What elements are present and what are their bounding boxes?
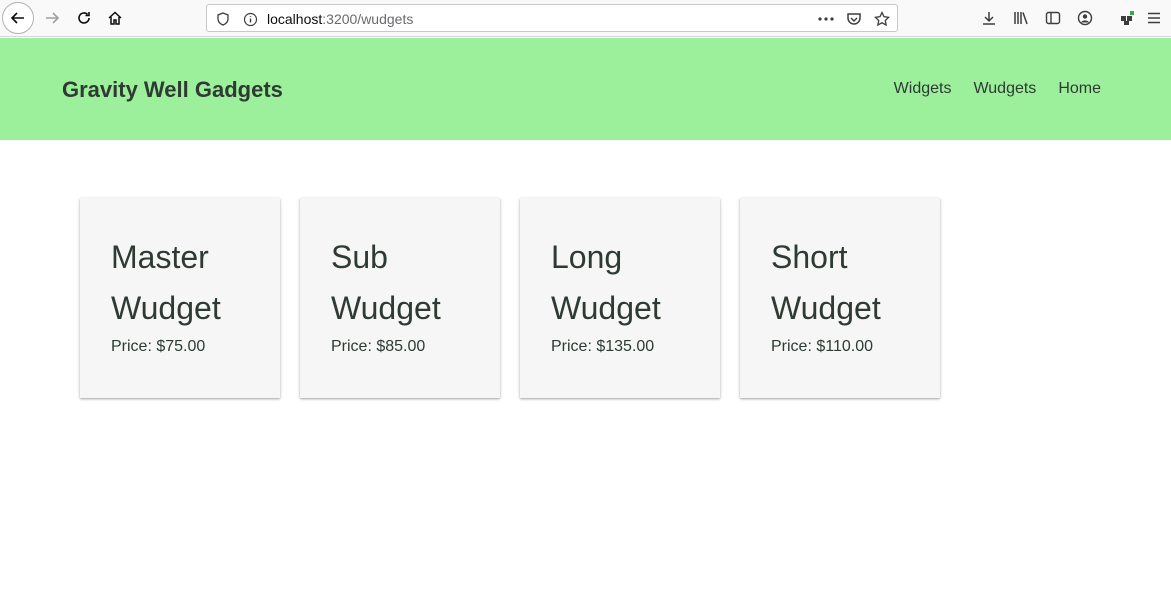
wudget-card-list: Master Wudget Price: $75.00 Sub Wudget Pri… [80,198,940,398]
bookmark-star-icon[interactable] [873,10,891,28]
reload-icon [76,10,92,26]
wudget-card[interactable]: Master Wudget Price: $75.00 [80,198,280,398]
brand-title[interactable]: Gravity Well Gadgets [62,77,283,103]
forward-button[interactable] [38,4,66,32]
hamburger-menu-icon [1147,12,1161,24]
card-price: Price: $135.00 [551,338,655,355]
wudget-card[interactable]: Sub Wudget Price: $85.00 [300,198,500,398]
back-arrow-icon [10,10,26,26]
wudget-card[interactable]: Short Wudget Price: $110.00 [740,198,940,398]
browser-toolbar: localhost:3200/wudgets [0,0,1171,37]
url-path: :3200/wudgets [322,11,414,27]
card-title-line2: Wudget [111,290,221,326]
menu-button[interactable] [1140,4,1168,32]
app-header: Gravity Well Gadgets Widgets Wudgets Hom… [0,38,1171,140]
more-actions-icon[interactable] [817,10,835,28]
url-host: localhost [267,11,323,27]
nav-link-wudgets[interactable]: Wudgets [973,80,1036,98]
home-icon [107,10,123,26]
library-icon [1013,10,1029,26]
account-button[interactable] [1071,4,1099,32]
sidebar-icon [1045,10,1061,26]
card-title-line2: Wudget [771,290,881,326]
nav-link-home[interactable]: Home [1058,80,1101,98]
sidebar-button[interactable] [1039,4,1067,32]
url-text[interactable]: localhost:3200/wudgets [267,11,413,27]
extension-puzzle-icon [1119,10,1135,26]
card-title-line1: Sub [331,239,388,275]
info-icon[interactable] [241,10,259,28]
card-title: Long Wudget [551,232,710,334]
card-title-line2: Wudget [331,290,441,326]
library-button[interactable] [1007,4,1035,32]
pocket-icon[interactable] [845,10,863,28]
main-nav: Widgets Wudgets Home [894,80,1101,98]
card-title: Master Wudget [111,232,270,334]
extensions-button[interactable] [1113,4,1141,32]
card-price: Price: $110.00 [771,338,873,355]
card-price: Price: $85.00 [331,338,426,355]
shield-icon[interactable] [214,10,232,28]
account-icon [1077,10,1093,26]
home-button[interactable] [101,4,129,32]
downloads-button[interactable] [975,4,1003,32]
card-title-line1: Master [111,239,209,275]
card-title-line2: Wudget [551,290,661,326]
card-title-line1: Long [551,239,623,275]
back-button[interactable] [2,2,34,34]
forward-arrow-icon [44,10,60,26]
card-title: Short Wudget [771,232,930,334]
card-price: Price: $75.00 [111,338,206,355]
nav-link-widgets[interactable]: Widgets [894,80,952,98]
download-icon [981,10,997,26]
wudget-card[interactable]: Long Wudget Price: $135.00 [520,198,720,398]
card-title-line1: Short [771,239,848,275]
reload-button[interactable] [70,4,98,32]
address-bar[interactable]: localhost:3200/wudgets [206,4,898,32]
card-title: Sub Wudget [331,232,490,334]
